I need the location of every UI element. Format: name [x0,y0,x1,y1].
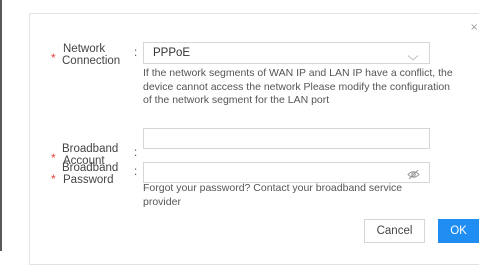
window-frame-edge [0,0,2,251]
broadband-account-label-line1: Broadband [62,143,119,155]
required-marker: * [51,151,56,165]
label-colon: : [134,147,138,159]
network-connection-select[interactable]: PPPoE [143,42,430,64]
network-connection-label: Network Connection [62,43,120,67]
broadband-password-label-line2: Password [63,174,114,186]
broadband-password-input[interactable] [143,162,430,183]
chevron-down-icon [407,49,419,67]
label-colon: : [134,166,138,178]
network-connection-label-line2: Connection [62,55,121,67]
network-conflict-hint: If the network segments of WAN IP and LA… [143,67,453,106]
ok-button[interactable]: OK [438,219,479,243]
network-connection-label-line1: Network [63,43,106,55]
close-icon[interactable]: × [470,22,478,33]
label-colon: : [134,47,138,59]
broadband-account-input[interactable] [143,128,430,149]
broadband-password-label: Broadband Password [62,162,118,186]
required-marker: * [51,172,56,186]
broadband-password-label-line1: Broadband [62,162,119,174]
cancel-button[interactable]: Cancel [364,219,425,243]
network-connection-value: PPPoE [153,47,191,59]
forgot-password-hint: Forgot your password? Contact your broad… [143,182,403,208]
required-marker: * [51,51,56,65]
